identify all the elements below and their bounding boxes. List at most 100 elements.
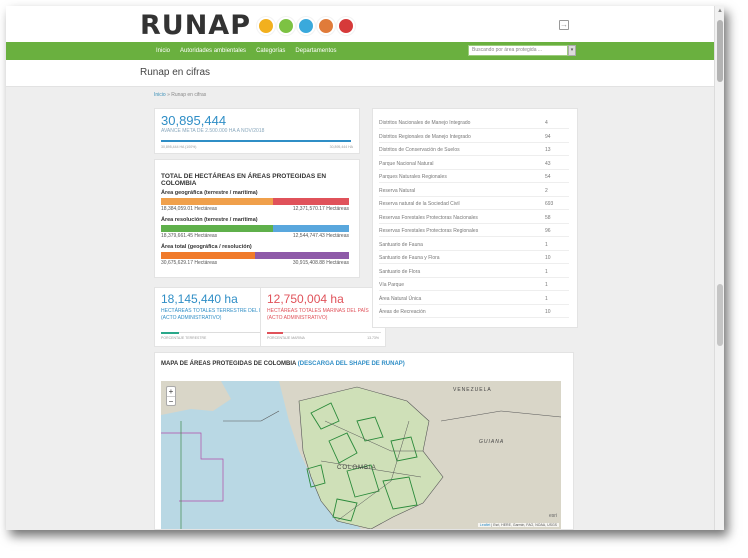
category-count: 1: [545, 282, 548, 288]
map-canvas: [161, 381, 561, 529]
map-label-guiana: GUIANA: [479, 439, 505, 445]
scrollbar-thumb-secondary[interactable]: [717, 284, 723, 346]
category-row[interactable]: Parque Nacional Natural 43: [379, 158, 569, 170]
download-shape-link[interactable]: (DESCARGA DEL SHAPE DE RUNAP): [298, 361, 405, 367]
search-input[interactable]: Buscando por área protegida ...: [468, 45, 568, 56]
login-icon[interactable]: →: [559, 20, 569, 30]
category-count: 96: [545, 228, 551, 234]
category-row[interactable]: Santuario de Fauna 1: [379, 239, 569, 251]
bar-block-geografica: Área geográfica (terrestre / marítima) 1…: [161, 190, 349, 212]
esri-logo: esri: [548, 513, 557, 519]
nav-item-autoridades[interactable]: Autoridades ambientales: [180, 48, 246, 54]
terrestre-progress-fill: [161, 332, 180, 334]
bar-left-segment: [161, 198, 274, 205]
bar-block-resolucion: Área resolución (terrestre / marítima) 1…: [161, 217, 349, 239]
bar-label: Área geográfica (terrestre / marítima): [161, 190, 258, 196]
scrollbar-thumb[interactable]: [717, 20, 723, 82]
runap-logo[interactable]: RUNAP: [140, 12, 355, 39]
search-dropdown-button[interactable]: ▾: [568, 45, 576, 56]
breadcrumb-home[interactable]: Inicio: [154, 92, 166, 98]
zoom-control: + −: [166, 386, 176, 406]
category-row[interactable]: Distritos Regionales de Manejo Integrado…: [379, 131, 569, 143]
category-count: 2: [545, 187, 548, 194]
page-title: Runap en cifras: [140, 67, 211, 78]
bar-values: 18,379,661.45 Hectáreas 12,544,747.43 He…: [161, 233, 349, 239]
category-row[interactable]: Vía Parque 1: [379, 279, 569, 291]
zoom-out-button[interactable]: −: [167, 397, 175, 406]
category-row[interactable]: Áreas de Recreación 10: [379, 306, 569, 318]
goal-progress-bar: [161, 140, 351, 142]
bar-left-value: 18,384,059.01 Hectáreas: [161, 206, 218, 212]
bar-right-segment: [254, 252, 349, 259]
scroll-up-icon[interactable]: ▲: [717, 8, 723, 14]
logo-text: RUNAP: [140, 10, 251, 41]
vertical-scrollbar[interactable]: ▲: [714, 6, 724, 530]
goal-value: 30,895,444: [161, 113, 227, 128]
bar-values: 18,384,059.01 Hectáreas 12,371,570.17 He…: [161, 206, 349, 212]
category-row[interactable]: Distritos Nacionales de Manejo Integrado…: [379, 117, 569, 129]
nav-items: Inicio Autoridades ambientales Categoría…: [156, 42, 346, 60]
nav-item-categorias[interactable]: Categorías: [256, 48, 285, 54]
category-name: Santuario de Flora: [379, 268, 421, 275]
goal-min: 30,895,444 HA (100%): [161, 145, 197, 149]
marinas-card: 12,750,004 ha HECTÁREAS TOTALES MARINAS …: [260, 287, 386, 347]
category-row[interactable]: Parques Naturales Regionales 54: [379, 171, 569, 183]
category-name: Reserva Natural: [379, 187, 416, 194]
breadcrumb-current: Runap en cifras: [171, 92, 207, 98]
category-name: Reserva natural de la Sociedad Civil: [379, 201, 460, 207]
bar-right-segment: [273, 198, 349, 205]
plant-icon: [317, 16, 335, 35]
bar-left-value: 18,379,661.45 Hectáreas: [161, 233, 218, 239]
map-title-text: MAPA DE ÁREAS PROTEGIDAS DE COLOMBIA: [161, 361, 297, 367]
bar-block-total: Área total (geográfica / resolución) 30,…: [161, 244, 349, 266]
category-count: 1: [545, 295, 548, 302]
bar-right-value: 12,371,570.17 Hectáreas: [292, 206, 349, 212]
marinas-pct: 13.73%: [367, 336, 379, 340]
goal-label: AVANCE META DE 2.500.000 HA A NOV/2018: [161, 128, 265, 134]
bar-track: [161, 252, 349, 259]
goal-card: 30,895,444 AVANCE META DE 2.500.000 HA A…: [154, 108, 360, 154]
nav-item-inicio[interactable]: Inicio: [156, 48, 170, 54]
maritime-boundary-3: [223, 410, 280, 422]
category-row[interactable]: Distritos de Conservación de Suelos 13: [379, 144, 569, 156]
category-count: 10: [545, 309, 551, 315]
category-row[interactable]: Reservas Forestales Protectoras Nacional…: [379, 212, 569, 224]
map-attribution: Leaflet | Esri, HERE, Garmin, FAO, NOAA,…: [477, 523, 559, 527]
terrestre-label: HECTÁREAS TOTALES TERRESTRE DEL PAÍS (AC…: [161, 308, 271, 321]
marinas-progress-bar: [267, 332, 381, 334]
bar-right-value: 30,915,408.88 Hectáreas: [292, 260, 349, 266]
marinas-progress-fill: [267, 332, 283, 334]
category-name: Distritos Regionales de Manejo Integrado: [379, 133, 471, 140]
categories-card: Distritos Nacionales de Manejo Integrado…: [372, 108, 578, 328]
maritime-boundary: [161, 432, 224, 502]
animal-icon: [337, 16, 355, 35]
leaf-icon: [277, 16, 295, 35]
category-row[interactable]: Reserva natural de la Sociedad Civil 693: [379, 198, 569, 210]
category-name: Áreas de Recreación: [379, 309, 426, 315]
leaflet-link[interactable]: Leaflet: [480, 523, 491, 527]
category-count: 13: [545, 147, 551, 153]
site-header: RUNAP →: [6, 6, 714, 42]
zoom-in-button[interactable]: +: [167, 387, 175, 396]
attribution-text: | Esri, HERE, Garmin, FAO, NOAA, USGS: [491, 523, 557, 527]
category-name: Distritos de Conservación de Suelos: [379, 147, 460, 153]
protected-areas-map[interactable]: VENEZUELA COLOMBIA GUIANA + − esri Leafl…: [161, 381, 561, 529]
category-row[interactable]: Santuario de Fauna y Flora 10: [379, 252, 569, 264]
totals-card: TOTAL DE HECTÁREAS EN ÁREAS PROTEGIDAS E…: [154, 159, 360, 278]
category-name: Parque Nacional Natural: [379, 160, 434, 167]
map-card: MAPA DE ÁREAS PROTEGIDAS DE COLOMBIA (DE…: [154, 352, 574, 530]
nav-item-departamentos[interactable]: Departamentos: [295, 48, 336, 54]
category-name: Distritos Nacionales de Manejo Integrado: [379, 120, 471, 126]
bar-track: [161, 198, 349, 205]
category-row[interactable]: Reserva Natural 2: [379, 185, 569, 197]
bar-right-segment: [272, 225, 349, 232]
category-count: 1: [545, 241, 548, 248]
category-row[interactable]: Área Natural Única 1: [379, 293, 569, 305]
category-row[interactable]: Reservas Forestales Protectoras Regional…: [379, 225, 569, 237]
bar-left-segment: [161, 225, 273, 232]
page: RUNAP → Inicio Autoridades ambientales C…: [6, 6, 714, 530]
terrestre-progress-bar: [161, 332, 275, 334]
category-count: 693: [545, 201, 554, 207]
category-count: 54: [545, 174, 551, 180]
category-row[interactable]: Santuario de Flora 1: [379, 266, 569, 278]
